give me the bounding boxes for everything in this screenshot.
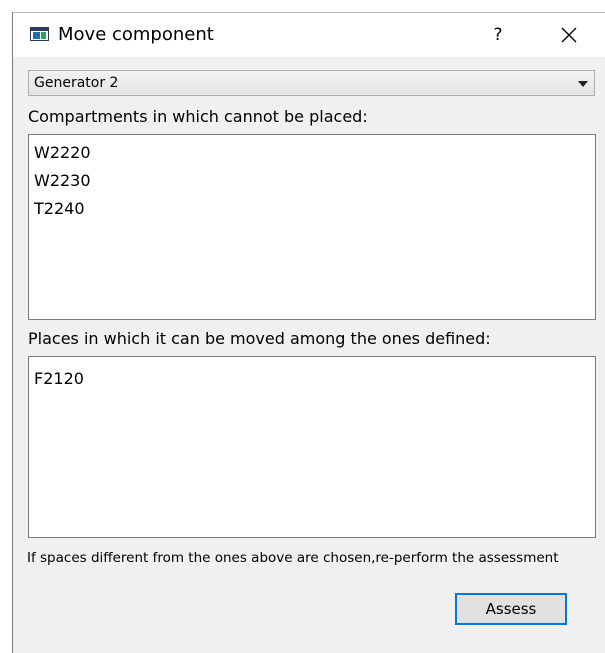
chevron-down-icon	[578, 81, 588, 87]
assess-button[interactable]: Assess	[455, 593, 567, 625]
excluded-compartments-list[interactable]: W2220 W2230 T2240	[28, 134, 596, 320]
list-item[interactable]: W2220	[34, 143, 91, 163]
list-item[interactable]: W2230	[34, 171, 91, 191]
reassessment-note: If spaces different from the ones above …	[27, 550, 559, 566]
help-icon: ?	[493, 25, 503, 45]
list-item[interactable]: T2240	[34, 199, 85, 219]
component-select[interactable]: Generator 2	[28, 70, 595, 96]
title-bar[interactable]: Move component ?	[13, 13, 605, 57]
window-title: Move component	[58, 24, 214, 45]
close-button[interactable]	[551, 19, 587, 51]
excluded-compartments-label: Compartments in which cannot be placed:	[28, 107, 368, 126]
help-button[interactable]: ?	[480, 19, 516, 51]
component-select-value: Generator 2	[34, 75, 119, 91]
move-component-dialog: Move component ? Generator 2 Compartment…	[12, 12, 605, 653]
allowed-places-label: Places in which it can be moved among th…	[28, 329, 491, 348]
allowed-places-list[interactable]: F2120	[28, 356, 596, 538]
close-icon	[561, 27, 577, 43]
list-item[interactable]: F2120	[34, 369, 84, 389]
window-app-icon	[30, 27, 49, 41]
